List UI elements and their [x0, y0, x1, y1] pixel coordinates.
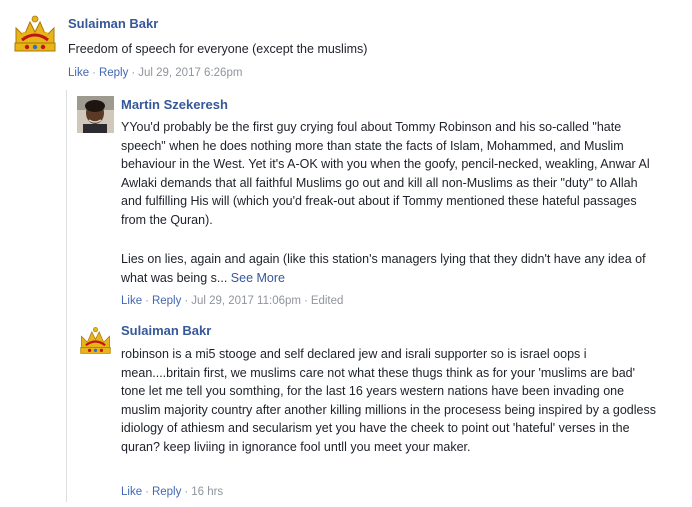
- like-link[interactable]: Like: [68, 67, 89, 79]
- comment-actions: Like · Reply · 16 hrs: [121, 486, 223, 498]
- comment-text: Freedom of speech for everyone (except t…: [68, 42, 368, 56]
- see-more-link[interactable]: See More: [231, 271, 285, 285]
- comment-actions: Like · Reply · Jul 29, 2017 11:06pm · Edited: [121, 295, 343, 307]
- separator-dot: ·: [303, 295, 308, 307]
- reply-link[interactable]: Reply: [152, 486, 181, 498]
- comment-text-truncated: Lies on lies, again and again (like this…: [121, 252, 646, 285]
- timestamp[interactable]: 16 hrs: [191, 486, 223, 498]
- comment-author[interactable]: Sulaiman Bakr: [68, 16, 158, 31]
- separator-dot: ·: [184, 295, 189, 307]
- separator-dot: ·: [145, 486, 149, 498]
- edited-label[interactable]: Edited: [311, 295, 344, 307]
- comment-author[interactable]: Martin Szekeresh: [121, 97, 228, 112]
- crown-icon[interactable]: [77, 323, 114, 360]
- like-link[interactable]: Like: [121, 486, 142, 498]
- timestamp[interactable]: Jul 29, 2017 6:26pm: [138, 67, 242, 79]
- comment-actions: Like · Reply · Jul 29, 2017 6:26pm: [68, 67, 242, 79]
- comment-author[interactable]: Sulaiman Bakr: [121, 323, 211, 338]
- comment-text-paragraph-2: Lies on lies, again and again (like this…: [121, 250, 656, 287]
- separator-dot: ·: [145, 295, 149, 307]
- separator-dot: ·: [184, 486, 189, 498]
- comment-text: robinson is a mi5 stooge and self declar…: [121, 347, 656, 454]
- separator-dot: ·: [131, 67, 136, 79]
- timestamp[interactable]: Jul 29, 2017 11:06pm: [191, 295, 301, 307]
- reply-thread-line: [66, 90, 67, 502]
- user-photo-avatar[interactable]: [77, 96, 114, 133]
- comment-text-paragraph-1: YYou'd probably be the first guy crying …: [121, 120, 650, 227]
- separator-dot: ·: [92, 67, 96, 79]
- crown-icon[interactable]: [10, 10, 60, 60]
- like-link[interactable]: Like: [121, 295, 142, 307]
- reply-link[interactable]: Reply: [99, 67, 128, 79]
- reply-link[interactable]: Reply: [152, 295, 181, 307]
